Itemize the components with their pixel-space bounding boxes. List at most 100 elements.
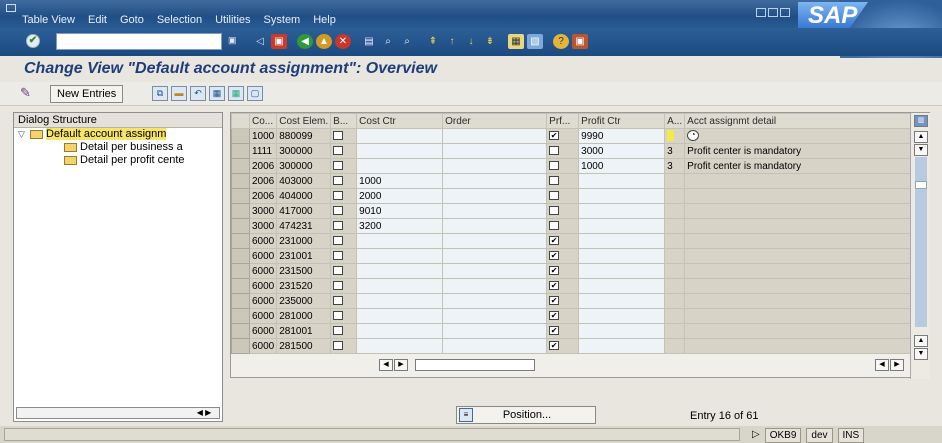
cost-center-cell[interactable] [356, 263, 444, 279]
checkbox-icon[interactable] [333, 341, 344, 351]
checkbox-icon[interactable] [333, 131, 344, 141]
profitability-segment-cell[interactable]: ✔ [546, 308, 580, 324]
profitability-segment-cell[interactable] [546, 188, 580, 204]
order-cell[interactable] [442, 323, 548, 339]
profit-center-cell[interactable] [578, 233, 666, 249]
column-header[interactable]: Cost Ctr [356, 113, 444, 129]
status-expand-icon[interactable]: ▷ [752, 428, 760, 443]
scroll-down-icon[interactable]: ▼ [914, 348, 928, 360]
checkbox-checked-icon[interactable]: ✔ [549, 266, 560, 276]
print-icon[interactable]: ▤ [361, 34, 377, 49]
checkbox-icon[interactable] [549, 176, 560, 186]
business-area-cell[interactable] [330, 278, 358, 294]
business-area-cell[interactable] [330, 323, 358, 339]
copy-as-icon[interactable]: ⧉ [152, 86, 168, 101]
account-assignment-type-cell[interactable] [664, 278, 686, 294]
order-cell[interactable] [442, 158, 548, 174]
row-selector[interactable] [231, 308, 250, 324]
first-page-icon[interactable]: ⇞ [425, 34, 441, 49]
cost-center-cell[interactable] [356, 293, 444, 309]
deselect-all-icon[interactable]: ▢ [247, 86, 263, 101]
profitability-segment-cell[interactable]: ✔ [546, 293, 580, 309]
menu-item[interactable]: Table View [22, 14, 75, 26]
cost-center-cell[interactable] [356, 143, 444, 159]
profitability-segment-cell[interactable]: ✔ [546, 233, 580, 249]
display-change-icon[interactable]: ✎ [20, 85, 38, 103]
page-down-icon[interactable]: ▲ [914, 335, 928, 347]
row-selector[interactable] [231, 338, 250, 354]
order-cell[interactable] [442, 173, 548, 189]
checkbox-icon[interactable] [549, 206, 560, 216]
column-header[interactable]: Cost Elem. [276, 113, 332, 129]
row-selector[interactable] [231, 248, 250, 264]
cost-center-cell[interactable]: 1000 [356, 173, 444, 189]
layout-menu-icon[interactable]: ▣ [572, 34, 588, 49]
checkbox-icon[interactable] [333, 176, 344, 186]
row-selector[interactable] [231, 293, 250, 309]
account-assignment-type-cell[interactable] [664, 218, 686, 234]
position-button[interactable]: ≡ Position... [456, 406, 596, 424]
menu-item[interactable]: Edit [88, 14, 107, 26]
profit-center-cell[interactable] [578, 323, 666, 339]
command-history-icon[interactable]: ▣ [228, 35, 238, 47]
profitability-segment-cell[interactable] [546, 158, 580, 174]
business-area-cell[interactable] [330, 173, 358, 189]
account-assignment-type-cell[interactable] [664, 308, 686, 324]
business-area-cell[interactable] [330, 203, 358, 219]
page-up-icon[interactable]: ▼ [914, 144, 928, 156]
checkbox-icon[interactable] [333, 191, 344, 201]
profit-center-cell[interactable] [578, 338, 666, 354]
cost-center-cell[interactable] [356, 233, 444, 249]
checkbox-icon[interactable] [549, 191, 560, 201]
order-cell[interactable] [442, 128, 548, 144]
close-icon[interactable] [780, 8, 790, 17]
profitability-segment-cell[interactable] [546, 218, 580, 234]
column-header[interactable]: Order [442, 113, 548, 129]
cost-center-cell[interactable] [356, 338, 444, 354]
exit-icon[interactable]: ▲ [316, 34, 332, 49]
business-area-cell[interactable] [330, 293, 358, 309]
cost-center-cell[interactable] [356, 158, 444, 174]
business-area-cell[interactable] [330, 263, 358, 279]
order-cell[interactable] [442, 278, 548, 294]
cost-center-cell[interactable] [356, 278, 444, 294]
cost-center-cell[interactable] [356, 128, 444, 144]
cost-center-cell[interactable]: 9010 [356, 203, 444, 219]
checkbox-checked-icon[interactable]: ✔ [549, 341, 560, 351]
menu-item[interactable]: Selection [157, 14, 202, 26]
account-assignment-type-cell[interactable] [664, 173, 686, 189]
column-settings-icon[interactable]: ▥ [914, 115, 928, 127]
scroll-left-icon[interactable]: ◀ [379, 359, 393, 371]
order-cell[interactable] [442, 263, 548, 279]
business-area-cell[interactable] [330, 338, 358, 354]
scroll-up-icon[interactable]: ▲ [914, 131, 928, 143]
profit-center-cell[interactable] [578, 173, 666, 189]
undo-change-icon[interactable]: ↶ [190, 86, 206, 101]
account-assignment-type-cell[interactable] [664, 293, 686, 309]
create-session-icon[interactable]: ▦ [508, 34, 524, 49]
profitability-segment-cell[interactable]: ✔ [546, 278, 580, 294]
f4-help-icon[interactable]: ◔ [687, 130, 700, 142]
column-header[interactable]: B... [330, 113, 358, 129]
shortcut-icon[interactable]: ▧ [527, 34, 543, 49]
tree-node[interactable]: Detail per business a [14, 141, 222, 154]
account-assignment-type-cell[interactable] [664, 203, 686, 219]
cost-center-cell[interactable]: 2000 [356, 188, 444, 204]
account-assignment-type-cell[interactable] [664, 323, 686, 339]
column-header[interactable]: A... [664, 113, 686, 129]
profit-center-cell[interactable]: 3000 [578, 143, 666, 159]
business-area-cell[interactable] [330, 128, 358, 144]
row-selector[interactable] [231, 203, 250, 219]
business-area-cell[interactable] [330, 218, 358, 234]
select-all-icon[interactable]: ▦ [209, 86, 225, 101]
checkbox-icon[interactable] [333, 206, 344, 216]
order-cell[interactable] [442, 293, 548, 309]
business-area-cell[interactable] [330, 158, 358, 174]
row-selector[interactable] [231, 143, 250, 159]
dialog-horizontal-scrollbar[interactable]: ◀ ▶ [16, 407, 220, 419]
scroll-right-end-icon[interactable]: ▶ [890, 359, 904, 371]
horizontal-scroll-thumb[interactable] [415, 359, 535, 371]
next-page-icon[interactable]: ↓ [463, 34, 479, 49]
delete-icon[interactable]: ▬ [171, 86, 187, 101]
column-header[interactable]: Acct assignmt detail [684, 113, 914, 129]
